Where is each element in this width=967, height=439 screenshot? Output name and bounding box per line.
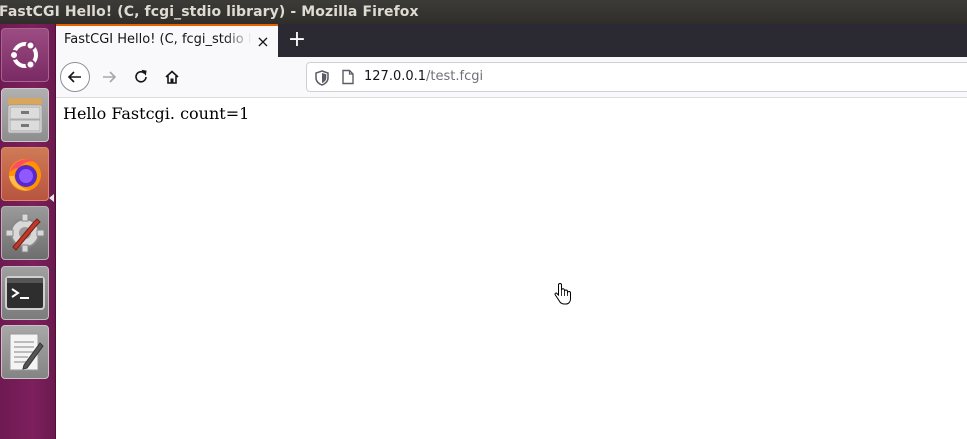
url-path: /test.fcgi (426, 69, 484, 84)
tab-title: FastCGI Hello! (C, fcgi_stdio library) (64, 32, 252, 47)
launcher-files-button[interactable] (1, 88, 49, 142)
tab-close-icon[interactable]: × (254, 33, 272, 51)
window-title-bar: FastCGI Hello! (C, fcgi_stdio library) -… (0, 0, 967, 24)
arrow-right-icon (103, 71, 117, 83)
page-info-icon[interactable] (341, 69, 355, 85)
url-bar[interactable]: 127.0.0.1/test.fcgi (306, 62, 967, 92)
back-button[interactable] (60, 62, 90, 92)
home-button[interactable] (157, 62, 187, 92)
file-cabinet-icon (7, 98, 43, 134)
settings-wrench-icon (5, 213, 45, 253)
tab-strip: FastCGI Hello! (C, fcgi_stdio library) ×… (56, 24, 967, 57)
launcher-terminal-button[interactable] (1, 266, 49, 320)
navigation-toolbar: 127.0.0.1/test.fcgi (56, 57, 967, 98)
launcher-text-editor-button[interactable] (1, 325, 49, 379)
forward-button[interactable] (94, 62, 124, 92)
shield-icon[interactable] (315, 70, 329, 86)
reload-icon (135, 69, 147, 83)
reload-button[interactable] (126, 62, 156, 92)
new-tab-button[interactable]: + (286, 28, 308, 52)
home-icon (165, 70, 179, 84)
window-title: FastCGI Hello! (C, fcgi_stdio library) -… (0, 4, 419, 20)
hand-cursor-icon (554, 282, 571, 305)
arrow-left-icon (67, 71, 81, 83)
active-app-indicator (49, 194, 54, 202)
launcher (0, 24, 56, 439)
page-content: Hello Fastcgi. count=1 (56, 98, 967, 439)
page-body-text: Hello Fastcgi. count=1 (63, 104, 250, 123)
launcher-dash-button[interactable] (1, 28, 49, 82)
terminal-icon (5, 276, 45, 310)
text-editor-icon (9, 333, 44, 371)
launcher-firefox-button[interactable] (1, 147, 49, 201)
firefox-icon (9, 159, 41, 191)
tab-active[interactable]: FastCGI Hello! (C, fcgi_stdio library) × (56, 24, 278, 57)
url-host: 127.0.0.1 (364, 69, 427, 84)
ubuntu-logo-icon (9, 40, 38, 70)
launcher-settings-button[interactable] (1, 206, 49, 260)
url-text[interactable]: 127.0.0.1/test.fcgi (364, 69, 483, 84)
